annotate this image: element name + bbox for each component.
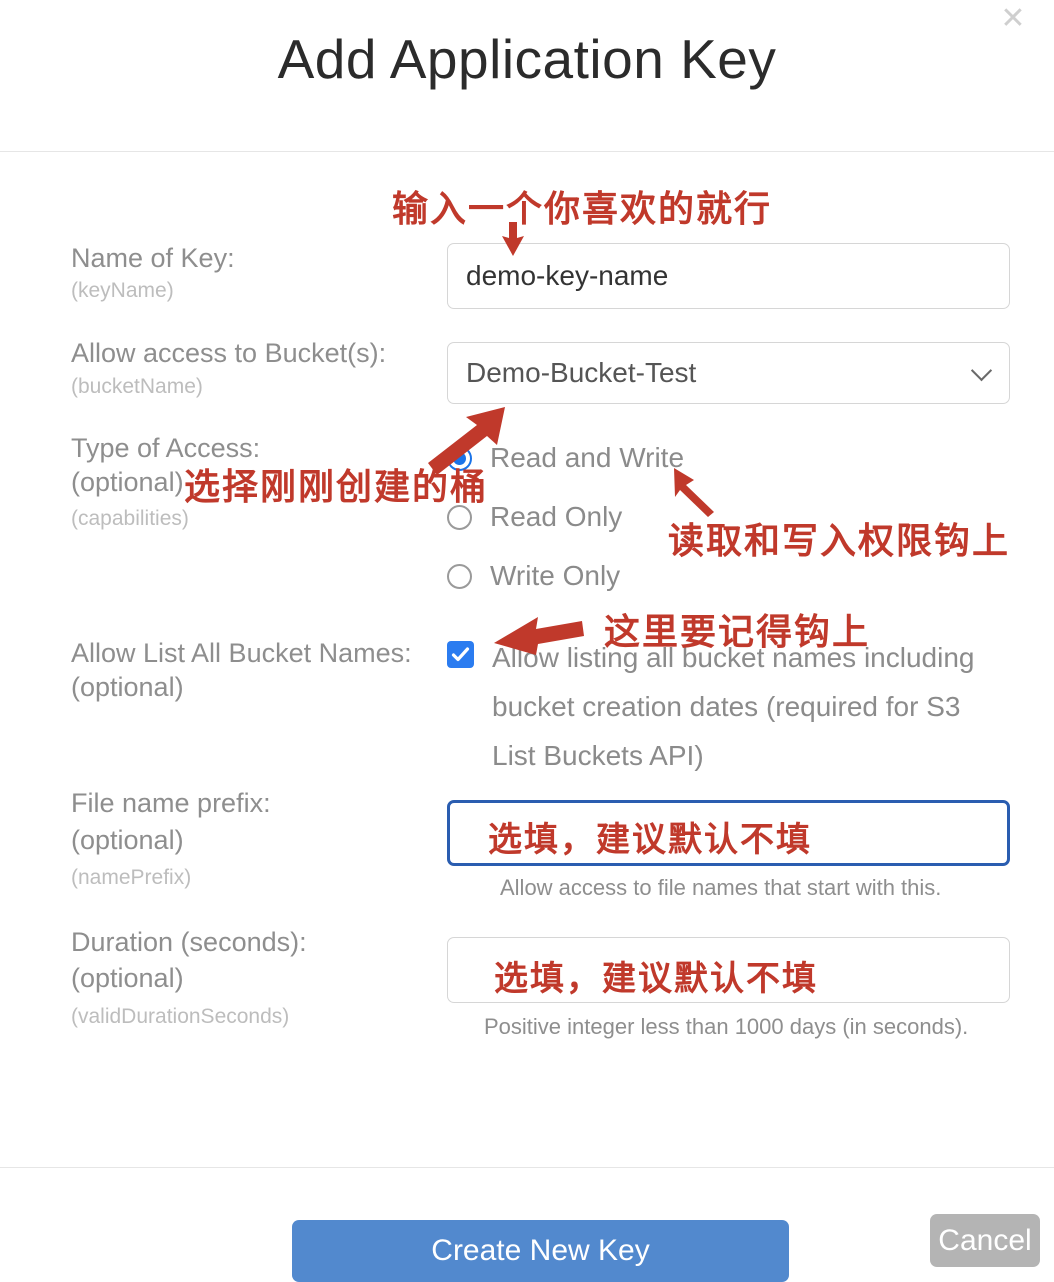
name-prefix-label-optional: (optional) [71,825,184,855]
radio-write-only[interactable]: Write Only [447,560,620,592]
duration-help: Positive integer less than 1000 days (in… [484,1014,969,1039]
name-prefix-input[interactable] [447,800,1010,866]
radio-icon-unselected[interactable] [447,504,472,530]
dialog-body: Name of Key: (keyName) Allow access to B… [0,152,1054,1282]
key-name-input[interactable] [447,243,1010,309]
cancel-button[interactable]: Cancel [930,1214,1040,1267]
name-prefix-sublabel: (namePrefix) [71,866,192,889]
list-all-buckets-checkbox-row[interactable]: Allow listing all bucket names including… [447,633,992,780]
radio-label-read-only: Read Only [490,501,623,532]
duration-label: Duration (seconds): [71,927,307,957]
bucket-label: Allow access to Bucket(s): [71,338,387,368]
bucket-sublabel: (bucketName) [71,375,203,398]
radio-label-write-only: Write Only [490,560,621,591]
list-all-buckets-label-optional: (optional) [71,672,184,702]
radio-read-and-write[interactable]: Read and Write [447,442,684,474]
bucket-select[interactable]: Demo-Bucket-Test [447,342,1010,404]
dialog-footer: Cancel [0,1167,1054,1276]
list-all-buckets-label: Allow List All Bucket Names: [71,638,412,668]
bucket-select-value[interactable]: Demo-Bucket-Test [447,342,1010,404]
dialog-title: Add Application Key [277,28,777,90]
key-name-label: Name of Key: [71,243,235,273]
radio-read-only[interactable]: Read Only [447,501,622,533]
radio-icon-selected[interactable] [447,445,472,471]
add-application-key-dialog: ✕ Add Application Key Name of Key: (keyN… [0,0,1054,1282]
access-type-label: Type of Access: [71,433,261,463]
access-type-label-optional: (optional) [71,467,184,497]
duration-label-optional: (optional) [71,963,184,993]
radio-icon-unselected[interactable] [447,563,472,589]
list-all-buckets-checkbox-label: Allow listing all bucket names including… [492,642,975,771]
radio-label-read-and-write: Read and Write [490,442,685,473]
key-name-sublabel: (keyName) [71,279,174,302]
duration-sublabel: (validDurationSeconds) [71,1005,290,1028]
name-prefix-label: File name prefix: [71,788,271,818]
dialog-header: ✕ Add Application Key [0,0,1054,152]
name-prefix-help: Allow access to file names that start wi… [500,875,942,900]
duration-input[interactable] [447,937,1010,1003]
access-type-sublabel: (capabilities) [71,507,189,530]
check-icon[interactable] [447,641,474,668]
